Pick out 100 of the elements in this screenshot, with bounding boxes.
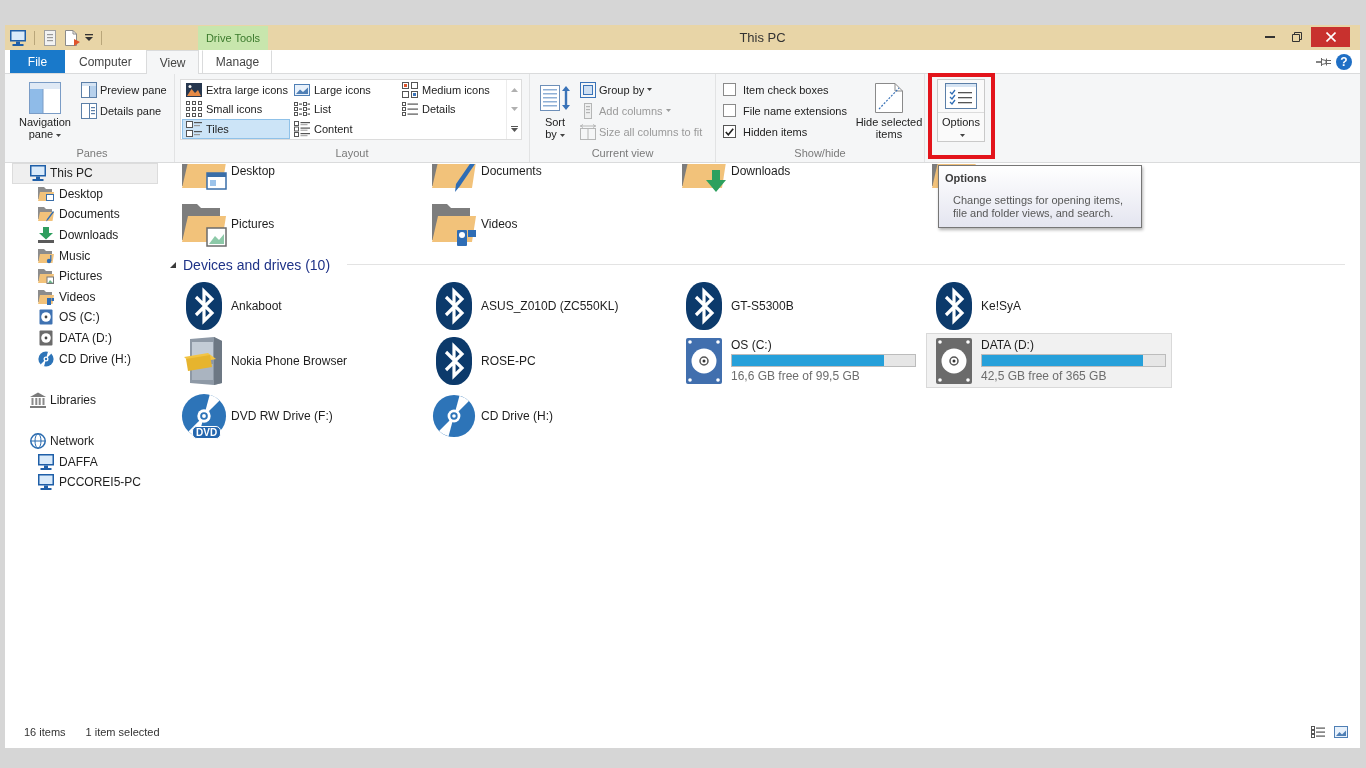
device-tile[interactable]: DVD DVD RW Drive (F:) bbox=[176, 388, 422, 443]
minimize-icon bbox=[1264, 36, 1275, 38]
device-name: Nokia Phone Browser bbox=[231, 353, 348, 368]
help-button[interactable]: ? bbox=[1336, 53, 1352, 70]
monitor-icon bbox=[30, 165, 46, 182]
layout-option[interactable]: Tiles bbox=[182, 119, 290, 139]
folder-tile[interactable]: Videos bbox=[426, 196, 672, 251]
pin-icon[interactable] bbox=[1316, 56, 1331, 67]
list-view-icon[interactable] bbox=[1311, 725, 1325, 738]
folder-icon bbox=[38, 268, 54, 285]
ribbon-button[interactable]: Details pane bbox=[78, 100, 170, 121]
tree-item[interactable]: Videos bbox=[12, 286, 158, 308]
sort-button[interactable]: Sort by bbox=[536, 79, 574, 141]
device-tile[interactable]: ASUS_Z010D (ZC550KL) bbox=[426, 278, 672, 333]
device-name: DVD RW Drive (F:) bbox=[231, 408, 333, 423]
folder-icon bbox=[38, 288, 54, 305]
layout-option[interactable]: Extra large icons bbox=[182, 80, 290, 100]
more-icon[interactable] bbox=[510, 125, 518, 132]
monitor-icon bbox=[38, 453, 54, 470]
folder-tile[interactable]: Downloads bbox=[676, 163, 922, 196]
device-tile[interactable]: GT-S5300B bbox=[676, 278, 922, 333]
disc-icon bbox=[432, 393, 476, 438]
tree-item[interactable]: Network bbox=[12, 430, 158, 452]
monitor-icon[interactable] bbox=[10, 29, 26, 46]
device-tile[interactable]: Ankaboot bbox=[176, 278, 422, 333]
folder-tile[interactable]: Desktop bbox=[176, 163, 422, 196]
hard-drive-icon bbox=[38, 330, 54, 347]
hide-selected-button[interactable]: Hide selected items bbox=[854, 79, 924, 141]
tree-item[interactable]: Pictures bbox=[12, 265, 158, 287]
layout-option[interactable]: Medium icons bbox=[398, 80, 506, 100]
layout-option[interactable]: Details bbox=[398, 99, 506, 119]
device-tile[interactable]: Nokia Phone Browser bbox=[176, 333, 422, 388]
hard-drive-icon bbox=[686, 337, 722, 384]
tree-item[interactable]: DAFFA bbox=[12, 451, 158, 472]
folder-name: Downloads bbox=[731, 164, 791, 178]
picture-view-icon[interactable] bbox=[1334, 725, 1348, 738]
bluetooth-icon bbox=[436, 281, 472, 330]
folder-tile[interactable]: Pictures bbox=[176, 196, 422, 251]
group-label: Layout bbox=[335, 147, 369, 159]
tree-item[interactable]: PCCOREI5-PC bbox=[12, 471, 158, 493]
device-tile[interactable]: OS (C:) 16,6 GB free of 99,5 GB bbox=[676, 333, 922, 388]
tree-item[interactable]: DATA (D:) bbox=[12, 327, 158, 349]
hard-drive-icon bbox=[936, 337, 972, 384]
tiles-icon bbox=[186, 120, 202, 137]
pane-icon bbox=[81, 102, 97, 119]
navigation-pane-button[interactable]: Navigation pane bbox=[14, 79, 76, 141]
free-space-text: 16,6 GB free of 99,5 GB bbox=[731, 369, 861, 383]
close-button[interactable] bbox=[1311, 27, 1350, 47]
tree-item[interactable]: Downloads bbox=[12, 224, 158, 246]
check-icon bbox=[725, 127, 734, 136]
tree-item[interactable]: CD Drive (H:) bbox=[12, 348, 158, 369]
ribbon-tab[interactable]: View bbox=[145, 50, 200, 74]
options-button[interactable]: Options bbox=[937, 79, 985, 142]
group-label: Panes bbox=[76, 147, 108, 159]
checkbox[interactable] bbox=[723, 104, 736, 117]
tree-item[interactable]: OS (C:) bbox=[12, 307, 158, 328]
tree-item[interactable]: Libraries bbox=[12, 389, 158, 411]
selection-count: 1 item selected bbox=[85, 725, 160, 738]
monitor-icon bbox=[38, 474, 54, 491]
group-icon bbox=[580, 81, 596, 98]
layout-option[interactable]: Content bbox=[290, 119, 398, 139]
column-width-icon bbox=[580, 123, 596, 140]
picture-icon bbox=[294, 81, 310, 98]
tree-item[interactable]: Music bbox=[12, 245, 158, 266]
restore-icon bbox=[1291, 32, 1302, 42]
section-header[interactable]: Devices and drives (10) bbox=[183, 256, 331, 273]
triangle-icon[interactable] bbox=[170, 261, 176, 268]
device-name: ROSE-PC bbox=[481, 353, 536, 368]
tree-item[interactable]: This PC bbox=[12, 163, 158, 184]
layout-option[interactable]: Small icons bbox=[182, 99, 290, 119]
page-icon[interactable] bbox=[64, 29, 80, 46]
device-name: Ankaboot bbox=[231, 298, 282, 313]
ribbon-tab[interactable]: File bbox=[10, 50, 65, 73]
device-tile[interactable]: CD Drive (H:) bbox=[426, 388, 672, 443]
list-icon bbox=[294, 101, 310, 118]
caret-icon[interactable] bbox=[85, 34, 93, 41]
ribbon-button[interactable]: Group by bbox=[577, 79, 706, 100]
bluetooth-icon bbox=[936, 281, 972, 330]
device-name: CD Drive (H:) bbox=[481, 408, 553, 423]
checkbox-label[interactable]: Item check boxes bbox=[743, 83, 829, 96]
checkbox-label[interactable]: File name extensions bbox=[743, 104, 847, 117]
ribbon-button[interactable]: Preview pane bbox=[78, 79, 170, 100]
grid-icon bbox=[186, 101, 202, 118]
folder-tile[interactable]: Documents bbox=[426, 163, 672, 196]
hard-drive-icon bbox=[38, 309, 54, 326]
ribbon-tab[interactable]: Computer bbox=[65, 50, 146, 73]
checkbox[interactable] bbox=[723, 125, 736, 138]
device-tile[interactable]: DATA (D:) 42,5 GB free of 365 GB bbox=[926, 333, 1172, 388]
device-tile[interactable]: ROSE-PC bbox=[426, 333, 672, 388]
tree-item[interactable]: Documents bbox=[12, 204, 158, 225]
device-tile[interactable]: Ke!SyA bbox=[926, 278, 1172, 333]
folder-name: Pictures bbox=[231, 216, 275, 231]
layout-option[interactable]: Large icons bbox=[290, 80, 398, 100]
tree-item[interactable]: Desktop bbox=[12, 183, 158, 205]
layout-option[interactable]: List bbox=[290, 99, 398, 119]
device-name: OS (C:) bbox=[731, 338, 773, 352]
device-name: GT-S5300B bbox=[731, 298, 794, 313]
checkbox[interactable] bbox=[723, 83, 736, 96]
checkbox-label[interactable]: Hidden items bbox=[743, 125, 808, 138]
library-icon bbox=[30, 391, 46, 408]
